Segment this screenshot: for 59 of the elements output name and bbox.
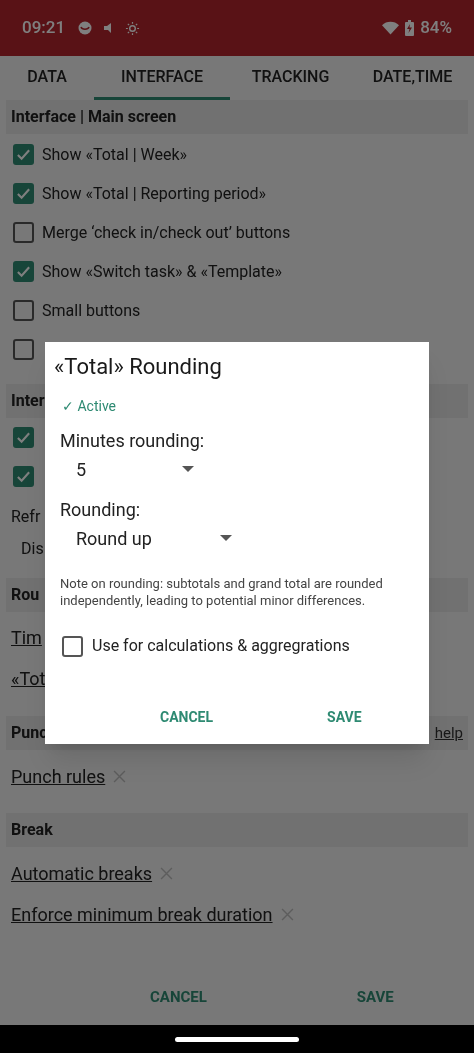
checkbox[interactable] — [13, 300, 34, 321]
save-button[interactable]: SAVE — [346, 980, 404, 1015]
caret-icon — [220, 535, 232, 541]
battery-level: 84% — [420, 16, 452, 40]
wifi-icon — [382, 21, 400, 35]
setting-link[interactable]: Enforce minimum break duration — [11, 901, 273, 928]
tab[interactable]: DATA — [0, 56, 94, 100]
setting-link[interactable]: Tim — [11, 624, 42, 651]
brightness-icon — [125, 20, 141, 36]
checkbox[interactable] — [62, 635, 83, 657]
save-button[interactable]: SAVE — [319, 700, 370, 734]
section-title: Break — [11, 819, 53, 841]
dialog-title: «Total» Rounding — [54, 353, 223, 381]
check-icon — [16, 430, 31, 445]
check-icon — [16, 147, 31, 162]
checkbox-label: Small buttons — [42, 299, 141, 322]
home-indicator[interactable] — [175, 1036, 299, 1042]
checkbox-label: Merge ‘check in/check out’ buttons — [42, 221, 291, 244]
setting-label: Refr — [11, 506, 41, 528]
checkbox[interactable] — [13, 261, 34, 282]
checkbox[interactable] — [13, 427, 34, 448]
dropdown[interactable]: 5 — [76, 454, 194, 484]
note-text: Note on rounding: subtotals and grand total are rounded independently, leading to potential minor differences. — [60, 575, 384, 609]
close-icon[interactable] — [113, 770, 127, 783]
cancel-button[interactable]: CANCEL — [152, 700, 222, 734]
section-title: Rou — [11, 584, 40, 606]
close-icon[interactable] — [160, 867, 174, 880]
app-icon — [77, 20, 94, 36]
checkbox[interactable] — [13, 466, 34, 487]
setting-link[interactable]: Punch rules — [11, 763, 106, 790]
checkbox[interactable] — [13, 222, 34, 243]
tab[interactable]: DATE,TIME — [351, 56, 474, 100]
section-title: Punc — [11, 722, 48, 744]
cancel-button[interactable]: CANCEL — [140, 980, 217, 1015]
setting-value: Dis — [21, 538, 44, 560]
status-time: 09:21 — [22, 16, 66, 40]
help-link[interactable]: help — [434, 721, 463, 745]
checkbox[interactable] — [13, 144, 34, 165]
checkbox-label: Use for calculations & aggregrations — [92, 635, 350, 657]
check-icon — [16, 264, 31, 279]
setting-link[interactable]: «Tot — [11, 665, 46, 692]
checkbox-label: Show «Total | Week» — [42, 143, 188, 166]
field-label: Minutes rounding: — [60, 429, 206, 453]
checkbox[interactable] — [13, 339, 34, 360]
checkbox-label: Show «Switch task» & «Template» — [42, 260, 283, 283]
section-title: Inter — [11, 390, 45, 412]
status-label: ✓ Active — [62, 397, 118, 416]
section-title: Interface | Main screen — [11, 106, 177, 128]
checkbox[interactable] — [13, 183, 34, 204]
field-label: Rounding: — [60, 498, 142, 522]
close-icon[interactable] — [280, 908, 294, 921]
check-icon — [16, 469, 31, 484]
caret-icon — [182, 466, 194, 472]
checkbox-label: Show «Total | Reporting period» — [42, 182, 267, 205]
check-icon — [16, 186, 31, 201]
dropdown[interactable]: Round up — [76, 523, 232, 553]
tab[interactable]: TRACKING — [230, 56, 351, 100]
setting-link[interactable]: Automatic breaks — [11, 860, 153, 887]
battery-icon — [405, 20, 415, 36]
